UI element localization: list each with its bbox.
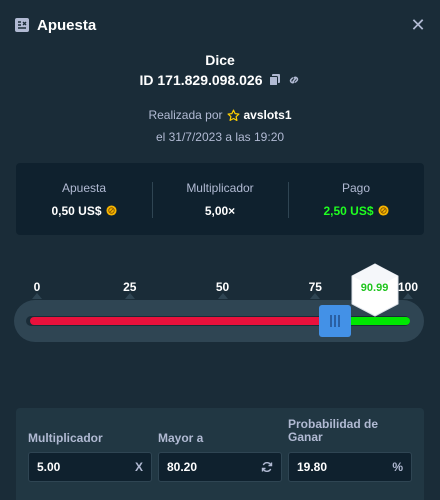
bet-stats-box: Apuesta 0,50 US$ Multiplicador 5,00× Pag… [16,163,424,235]
grip-line [337,315,340,327]
field-label: Mayor a [158,431,204,445]
stat-label: Apuesta [61,180,107,195]
multiplier-suffix: X [134,460,143,474]
close-icon[interactable]: ✕ [408,15,428,35]
dice-slider: 90.99 0 25 50 75 100 [0,240,440,370]
dice-result-marker: 90.99 [349,262,401,318]
tick-label: 50 [215,280,230,294]
win-chance-input[interactable]: 19.80 % [288,452,412,482]
bet-slip-icon [15,18,29,32]
grip-line [333,315,336,327]
roll-over-field: Mayor a 80.20 [158,431,282,482]
coin-icon [377,205,389,216]
placed-by-row: Realizada por avslots1 [0,108,440,122]
payout-amount: 2,50 US$ [323,203,374,218]
stat-payout: Pago 2,50 US$ [288,181,424,218]
copy-icon[interactable] [268,73,282,87]
lose-range [30,317,335,325]
multiplier-field: Multiplicador 5.00 X [28,431,152,482]
field-label: Probabilidad de Ganar [288,417,379,444]
tick-label: 75 [308,280,322,294]
placed-by-label: Realizada por [148,108,223,122]
game-name: Dice [205,52,235,68]
multiplier-amount: 5,00× [204,203,236,218]
bet-amount: 0,50 US$ [51,203,102,218]
bet-id-row: ID 171.829.098.026 [0,72,440,88]
coin-icon [105,205,117,216]
tick-label: 0 [33,280,41,294]
field-value: 19.80 [297,460,328,474]
dice-result-value: 90.99 [360,282,389,294]
percent-suffix: % [392,460,403,474]
win-chance-field: Probabilidad de Ganar 19.80 % [288,417,412,482]
stat-multiplier: Multiplicador 5,00× [152,181,288,218]
field-label: Multiplicador [28,431,103,445]
multiplier-input[interactable]: 5.00 X [28,452,152,482]
roll-over-input[interactable]: 80.20 [158,452,282,482]
stat-bet: Apuesta 0,50 US$ [16,181,152,218]
modal-header: Apuesta [0,0,440,50]
slider-handle[interactable] [318,305,351,337]
stat-label: Multiplicador [186,180,254,195]
field-value: 5.00 [37,460,61,474]
tick-label: 25 [123,280,137,294]
grip-line [329,315,332,327]
star-icon [226,108,240,121]
refresh-icon[interactable] [261,461,273,473]
stat-value-row: 2,50 US$ [288,204,424,218]
modal-title: Apuesta [37,16,97,34]
bet-id: ID 171.829.098.026 [139,72,263,88]
tick-label: 100 [397,280,419,294]
link-icon[interactable] [287,73,301,87]
stat-value-row: 0,50 US$ [16,204,152,218]
username-link[interactable]: avslots1 [244,108,292,122]
stat-label: Pago [341,180,371,195]
field-value: 80.20 [167,460,198,474]
bet-details-panel: Multiplicador 5.00 X Mayor a 80.20 Proba… [16,408,424,500]
stat-value-row: 5,00× [152,204,288,218]
placed-date: el 31/7/2023 a las 19:20 [155,130,285,144]
